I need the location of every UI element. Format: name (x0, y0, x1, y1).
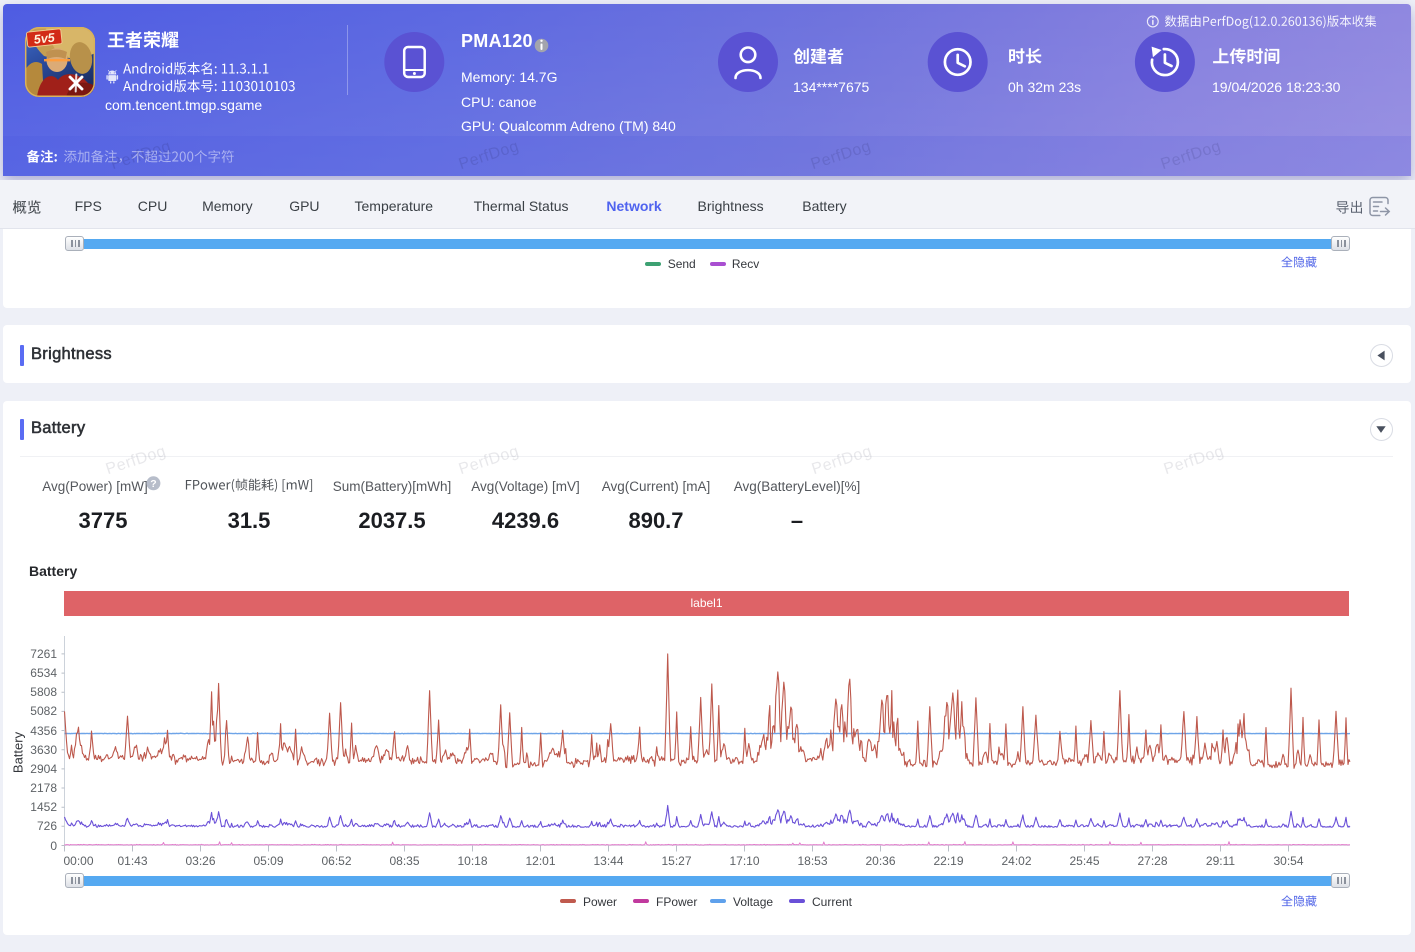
svg-text:5v5: 5v5 (33, 31, 56, 47)
svg-text:?: ? (150, 478, 156, 490)
